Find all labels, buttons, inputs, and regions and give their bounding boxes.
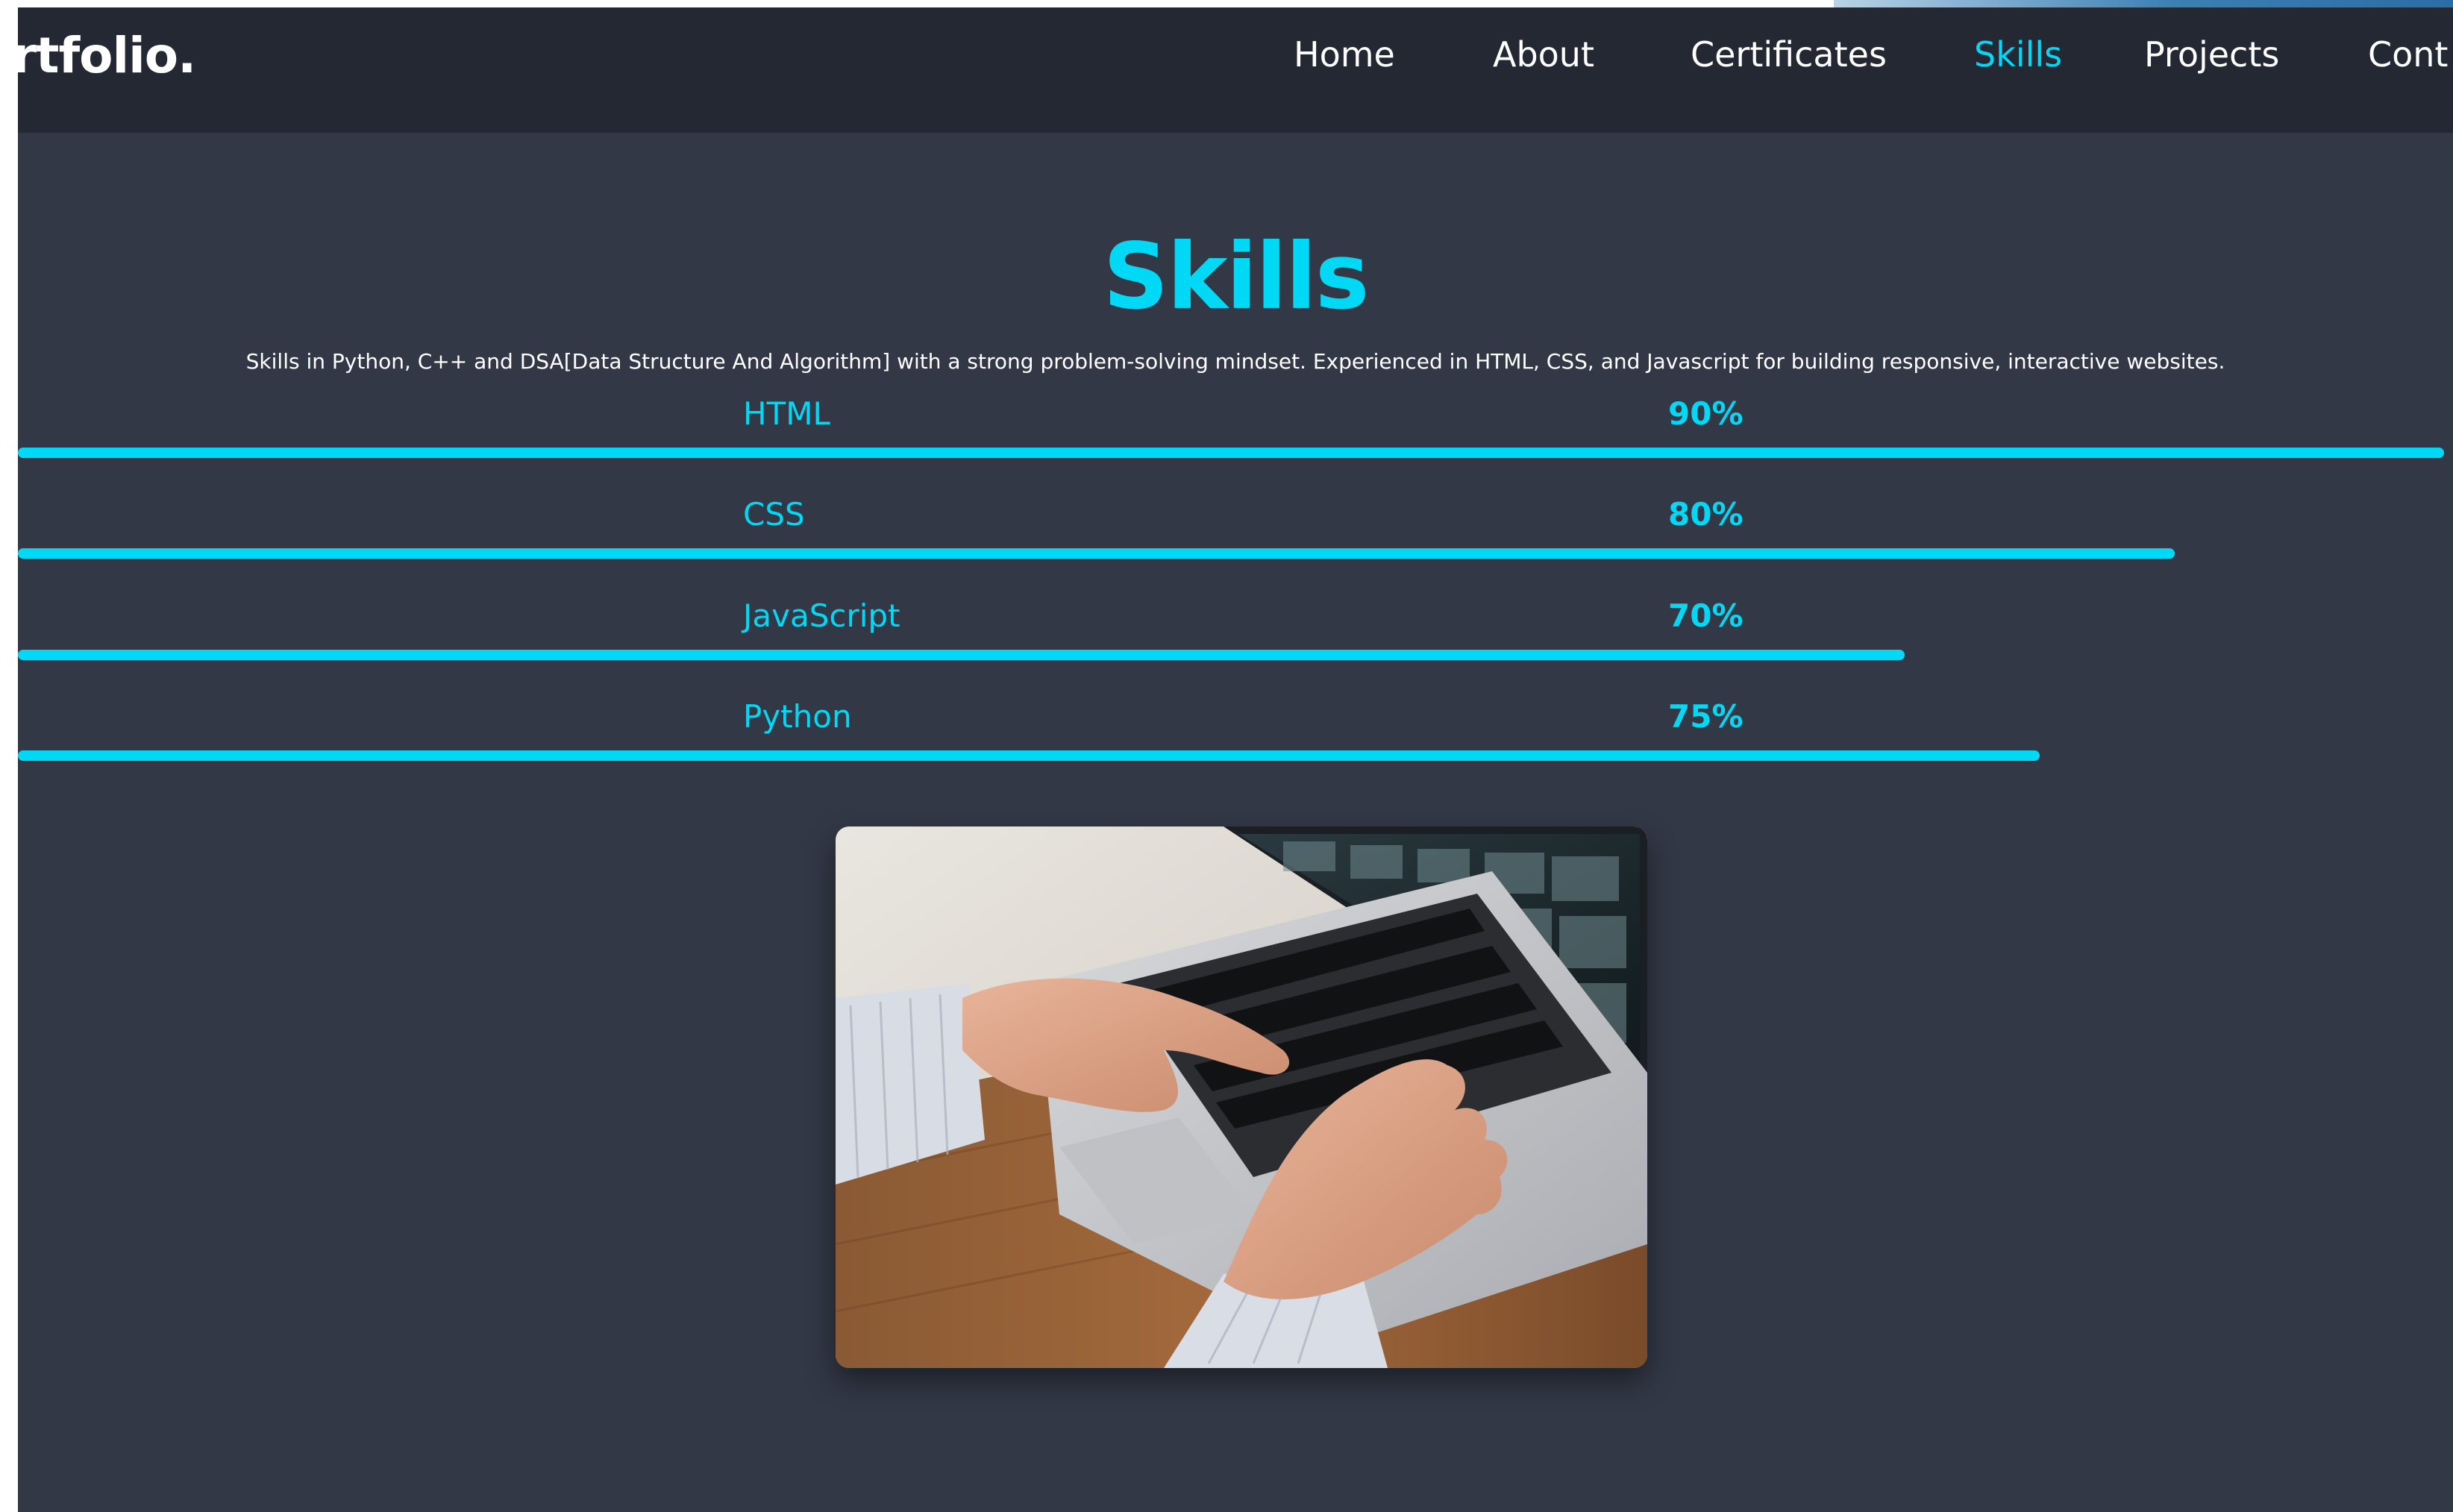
nav-link-projects[interactable]: Projects: [2144, 34, 2279, 75]
skill-name: CSS: [743, 496, 805, 533]
section-title: Skills: [1103, 224, 1369, 330]
skill-bar-fill: [18, 750, 2040, 761]
nav-link-about[interactable]: About: [1493, 34, 1594, 75]
nav-link-skills[interactable]: Skills: [1974, 34, 2062, 75]
skill-row-javascript: JavaScript 70%: [18, 597, 2453, 680]
skill-bar-track: [18, 750, 2444, 761]
laptop-photo: [836, 826, 1647, 1368]
laptop-photo-icon: [836, 826, 1647, 1368]
desktop-corner-accent: [1834, 0, 2453, 7]
skill-percent: 70%: [1668, 597, 1744, 634]
nav-links: Home About Certificates Skills Projects …: [18, 34, 2453, 87]
skill-row-css: CSS 80%: [18, 496, 2453, 578]
skill-bar-fill: [18, 548, 2175, 559]
page: ortfolio. Home About Certificates Skills…: [0, 0, 2453, 1512]
browser-viewport: ortfolio. Home About Certificates Skills…: [18, 7, 2453, 1512]
skill-name: Python: [743, 698, 852, 735]
skill-bar-track: [18, 650, 2444, 660]
skill-percent: 80%: [1668, 496, 1744, 533]
skill-percent: 90%: [1668, 395, 1744, 432]
skill-name: HTML: [743, 395, 830, 432]
skill-bar-track: [18, 448, 2444, 458]
skill-bar-fill: [18, 650, 1905, 660]
navbar: ortfolio. Home About Certificates Skills…: [18, 7, 2453, 133]
nav-link-certificates[interactable]: Certificates: [1691, 34, 1887, 75]
skill-percent: 75%: [1668, 698, 1744, 735]
nav-link-home[interactable]: Home: [1294, 34, 1395, 75]
skill-bar-track: [18, 548, 2444, 559]
skill-row-html: HTML 90%: [18, 395, 2453, 477]
section-description: Skills in Python, C++ and DSA[Data Struc…: [245, 349, 2225, 374]
skill-bar-fill: [18, 448, 2444, 458]
nav-link-contact[interactable]: Cont: [2368, 34, 2448, 75]
skill-name: JavaScript: [743, 597, 900, 634]
skill-row-python: Python 75%: [18, 698, 2453, 780]
